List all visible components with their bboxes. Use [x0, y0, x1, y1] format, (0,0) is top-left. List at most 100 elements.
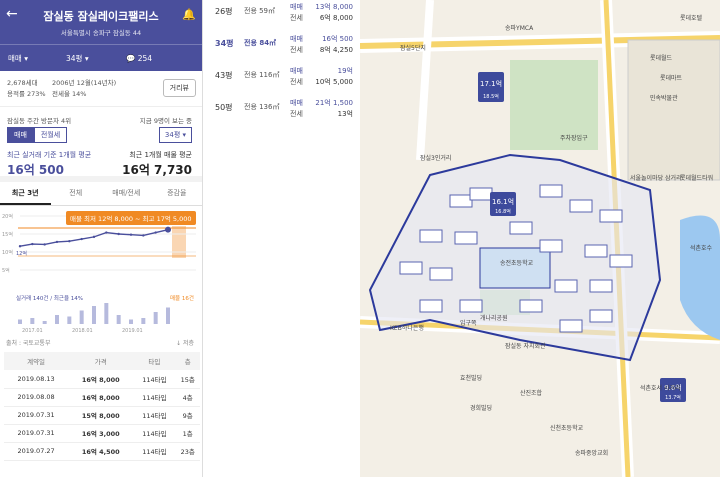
size-select[interactable]: 34평 ▾ [66, 53, 106, 64]
price-list-item[interactable]: 50평 전용 136㎡ 매매 전세 21억 1,500 13억 [213, 98, 353, 122]
comment-icon: 💬 [126, 53, 136, 63]
segment-sale[interactable]: 매매 [7, 127, 34, 143]
apartment-building[interactable] [459, 299, 483, 313]
tab-recent-3y[interactable]: 최근 3년 [0, 182, 51, 205]
floor-filter[interactable]: ↓ 저층 [176, 338, 194, 347]
bell-icon[interactable]: 🔔 [182, 8, 196, 21]
data-point [142, 234, 145, 237]
table-row[interactable]: 2019.07.31 16억 3,000 114타입 1층 [4, 424, 200, 443]
pyeong-label: 43평 [215, 71, 233, 80]
apartment-building[interactable] [419, 229, 443, 243]
recent-deal-label: 최근 실거래 기준 1개월 평균 [7, 151, 92, 159]
deal-price: 16억 4,500 [68, 442, 134, 461]
apartment-building[interactable] [584, 244, 608, 258]
apartment-building[interactable] [509, 221, 533, 235]
listing-range-tooltip: 매물 최저 12억 8,000 ~ 최고 17억 5,000 [66, 211, 196, 225]
deal-floor: 1층 [175, 424, 200, 443]
road-view-button[interactable]: 거리뷰 [162, 79, 196, 97]
table-row[interactable]: 2019.08.08 16억 8,000 114타입 4층 [4, 388, 200, 407]
map-label: 입구쪽 [460, 319, 477, 327]
price-chart: 20억15억10억5억 12억16억 실거래 140건 / 최근율 14% 매물… [0, 206, 202, 334]
marker-2-sub: 16.8억 [495, 208, 511, 215]
table-row[interactable]: 2019.07.31 15억 8,000 114타입 9층 [4, 406, 200, 425]
map-marker-1[interactable]: 17.1억 18.5억 [478, 72, 504, 102]
price-summary: 잠실동 주간 방문자 4위 지금 9명이 보는 중 매매 전월세 34평 ▾ 최… [0, 107, 202, 182]
apartment-building[interactable] [554, 279, 578, 293]
header-toolbar: 매매 ▾ 34평 ▾ 💬 254 [0, 44, 202, 71]
tab-sale-lease[interactable]: 매매/전세 [101, 182, 152, 205]
apartment-building[interactable] [429, 267, 453, 281]
apartment-building[interactable] [559, 319, 583, 333]
map-marker-2[interactable]: 16.1억 16.8억 [490, 192, 516, 216]
deals-header-row: 계약일 가격 타입 층 [4, 352, 200, 370]
map-label: 롯데마트 [660, 74, 683, 82]
deal-type: 114타입 [133, 370, 176, 389]
sale-price: 16억 500 [322, 35, 353, 43]
deal-type: 114타입 [133, 388, 176, 407]
deal-price: 15억 8,000 [68, 406, 134, 425]
tab-change-rate[interactable]: 증감율 [152, 182, 203, 205]
price-list-item[interactable]: 34평 전용 84㎡ 매매 전세 16억 500 8억 4,250 [213, 34, 353, 58]
deal-date: 2019.08.08 [4, 388, 69, 407]
trade-type-select[interactable]: 매매 ▾ [8, 53, 66, 64]
lease-ratio: 전세율 14% [52, 90, 87, 98]
table-row[interactable]: 2019.07.27 16억 4,500 114타입 23층 [4, 442, 200, 461]
data-point [117, 232, 120, 236]
volume-bar [18, 319, 22, 324]
marker-1-price: 17.1억 [480, 80, 502, 88]
map-label: 롯데호텔 [680, 14, 703, 22]
address-text: 서울특별시 송파구 잠실동 44 [60, 29, 142, 37]
y-tick-label: 5억 [2, 267, 10, 274]
price-list-item[interactable]: 26평 전용 59㎡ 매매 전세 13억 8,000 6억 8,000 [213, 2, 353, 26]
map-view[interactable]: 17.1억 18.5억 16.1억 16.8억 9.6억 13.7억 송파YMC… [360, 0, 720, 477]
deal-price: 16억 3,000 [68, 424, 134, 443]
apartment-building[interactable] [589, 279, 613, 293]
map-label: 잠실5단지 [400, 44, 426, 52]
apartment-building[interactable] [589, 309, 613, 323]
apartment-building[interactable] [449, 194, 473, 208]
complex-summary: 2,678세대 용적률 273% 2006년 12월(14년차) 전세율 14%… [0, 71, 202, 107]
data-source: 출처 : 국토교통부 [6, 340, 51, 347]
apartment-building[interactable] [519, 299, 543, 313]
legend-left: 실거래 140건 / 최근율 14% [16, 294, 83, 302]
trade-segment: 매매 전월세 [7, 127, 68, 143]
data-point [31, 242, 34, 246]
apartment-building[interactable] [539, 239, 563, 253]
deals-table: 계약일 가격 타입 층 2019.08.13 16억 8,000 114타입 15층 2… [4, 352, 200, 461]
apartment-building[interactable] [599, 209, 623, 223]
lease-kind: 전세 [290, 14, 303, 22]
sale-kind: 매매 [290, 3, 303, 11]
deal-floor: 23층 [175, 442, 200, 461]
marker-2-price: 16.1억 [492, 198, 514, 206]
apartment-building[interactable] [469, 187, 493, 201]
apartment-building[interactable] [419, 299, 443, 313]
table-row[interactable]: 2019.08.13 16억 8,000 114타입 15층 [4, 370, 200, 389]
price-list-item[interactable]: 43평 전용 116㎡ 매매 전세 19억 10억 5,000 [213, 66, 353, 90]
map-label: 효천빌딩 [460, 374, 482, 382]
volume-bar [153, 312, 158, 324]
data-point [68, 240, 71, 243]
pyeong-label: 34평 [215, 39, 234, 48]
chart-tabs: 최근 3년 전체 매매/전세 증감율 [0, 182, 202, 206]
size-dropdown[interactable]: 34평 ▾ [158, 127, 192, 143]
apartment-building[interactable] [539, 184, 563, 198]
col-price: 가격 [68, 352, 134, 370]
visitor-rank: 잠실동 주간 방문자 4위 [7, 117, 72, 125]
segment-lease[interactable]: 전월세 [33, 127, 68, 143]
map-label: 민속박물관 [650, 94, 678, 102]
recent-deal-value: 16억 500 [7, 163, 64, 177]
volume-bar [79, 310, 84, 324]
apartment-building[interactable] [399, 261, 423, 275]
comment-button[interactable]: 💬 254 [126, 54, 152, 63]
tab-all[interactable]: 전체 [51, 182, 102, 205]
map-label: 개나리공원 [480, 314, 508, 322]
lease-kind: 전세 [290, 78, 303, 86]
sale-kind: 매매 [290, 67, 303, 75]
volume-bar [129, 319, 133, 324]
apartment-building[interactable] [569, 199, 593, 213]
apartment-building[interactable] [609, 254, 633, 268]
pyeong-label: 26평 [215, 7, 233, 16]
apartment-building[interactable] [454, 231, 478, 245]
deal-type: 114타입 [133, 424, 176, 443]
point-label: 12억 [16, 250, 27, 257]
